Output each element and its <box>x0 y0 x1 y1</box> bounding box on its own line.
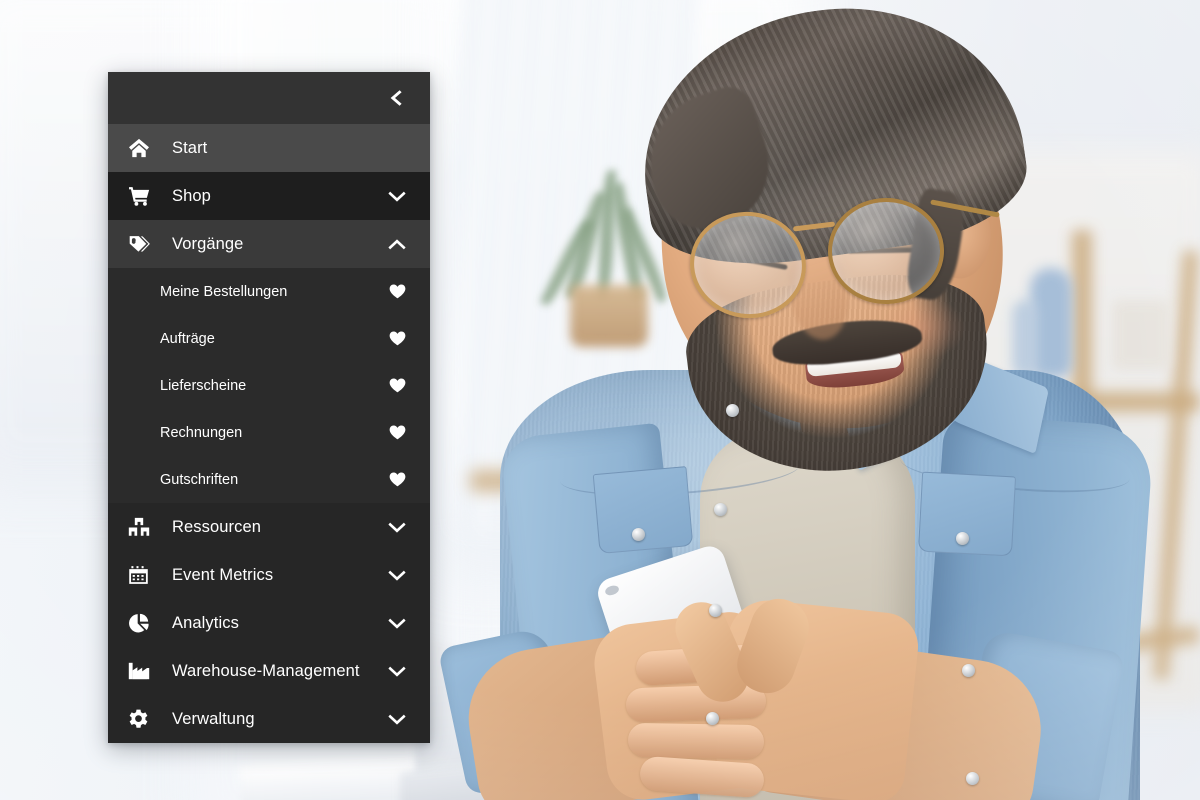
sidebar-item-label: Shop <box>172 186 211 205</box>
submenu-item-auftraege[interactable]: Aufträge <box>108 315 430 362</box>
chevron-up-icon[interactable] <box>386 238 408 250</box>
submenu-item-label: Gutschriften <box>160 471 239 488</box>
calendar-icon <box>128 565 160 585</box>
shirt-pocket <box>592 466 694 554</box>
shirt-button <box>632 528 645 541</box>
shirt-button <box>966 772 979 785</box>
gear-icon <box>128 709 160 730</box>
chevron-down-icon[interactable] <box>386 522 408 533</box>
sidebar-item-vorgaenge[interactable]: Vorgänge <box>108 220 430 268</box>
heart-icon[interactable] <box>386 378 408 393</box>
shirt-button <box>962 664 975 677</box>
finger <box>627 722 765 760</box>
sidebar-item-event-metrics[interactable]: Event Metrics <box>108 551 430 599</box>
heart-icon[interactable] <box>386 284 408 299</box>
sidebar-item-label: Vorgänge <box>172 234 244 253</box>
factory-icon <box>128 662 160 680</box>
heart-icon[interactable] <box>386 472 408 487</box>
submenu-item-label: Lieferscheine <box>160 377 247 394</box>
submenu-item-lieferscheine[interactable]: Lieferscheine <box>108 362 430 409</box>
heart-icon[interactable] <box>386 425 408 440</box>
sidebar-item-shop[interactable]: Shop <box>108 172 430 220</box>
sidebar-item-analytics[interactable]: Analytics <box>108 599 430 647</box>
chevron-down-icon[interactable] <box>386 618 408 629</box>
heart-icon[interactable] <box>386 331 408 346</box>
submenu-item-gutschriften[interactable]: Gutschriften <box>108 456 430 503</box>
sidebar-item-verwaltung[interactable]: Verwaltung <box>108 695 430 743</box>
chevron-down-icon[interactable] <box>386 570 408 581</box>
shirt-button <box>714 503 727 516</box>
submenu-item-label: Meine Bestellungen <box>160 283 288 300</box>
screenshot-root: Start Shop Vorgänge Meine Bestellungen A… <box>0 0 1200 800</box>
submenu-item-label: Aufträge <box>160 330 215 347</box>
shirt-button <box>709 604 722 617</box>
sidebar-item-label: Ressourcen <box>172 517 262 536</box>
sidebar-navigation: Start Shop Vorgänge Meine Bestellungen A… <box>108 72 430 743</box>
sidebar-item-start[interactable]: Start <box>108 124 430 172</box>
submenu-item-label: Rechnungen <box>160 424 243 441</box>
shirt-button <box>956 532 969 545</box>
sidebar-item-label: Warehouse-Management <box>172 661 360 680</box>
shirt-pocket <box>917 471 1017 557</box>
home-icon <box>128 138 160 158</box>
chevron-down-icon[interactable] <box>386 666 408 677</box>
pie-chart-icon <box>128 613 160 634</box>
sidebar-item-label: Event Metrics <box>172 565 274 584</box>
shirt-button <box>706 712 719 725</box>
tag-icon <box>128 234 160 254</box>
submenu-item-meine-bestellungen[interactable]: Meine Bestellungen <box>108 268 430 315</box>
sidebar-item-label: Analytics <box>172 613 239 632</box>
sidebar-item-warehouse-management[interactable]: Warehouse-Management <box>108 647 430 695</box>
chevron-down-icon[interactable] <box>386 714 408 725</box>
sidebar-item-label: Verwaltung <box>172 709 255 728</box>
finger <box>625 683 767 723</box>
sidebar-collapse-button[interactable] <box>382 85 408 111</box>
chevron-left-icon <box>387 88 403 108</box>
boxes-icon <box>128 517 160 537</box>
sidebar-item-label: Start <box>172 138 208 157</box>
sidebar-item-ressourcen[interactable]: Ressourcen <box>108 503 430 551</box>
shirt-button <box>726 404 739 417</box>
sidebar-header <box>108 72 430 124</box>
chevron-down-icon[interactable] <box>386 191 408 202</box>
submenu-vorgaenge: Meine Bestellungen Aufträge Lieferschein… <box>108 268 430 503</box>
submenu-item-rechnungen[interactable]: Rechnungen <box>108 409 430 456</box>
cart-icon <box>128 186 160 206</box>
